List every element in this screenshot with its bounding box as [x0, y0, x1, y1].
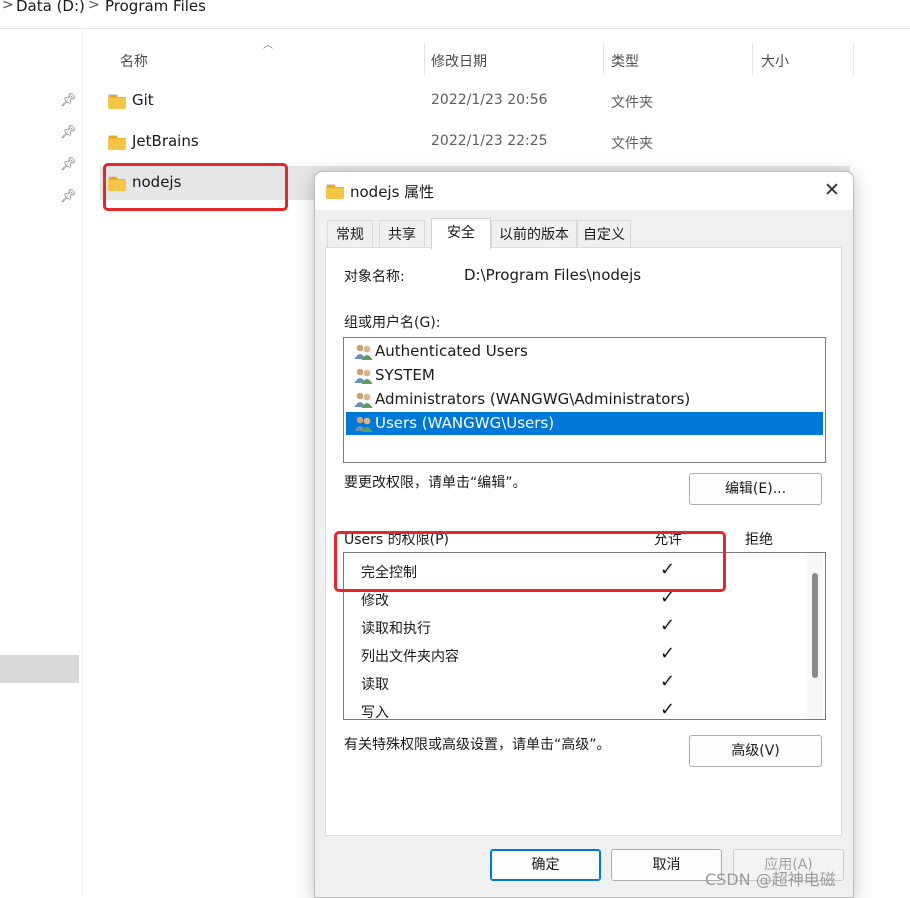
- column-header-date[interactable]: 修改日期: [425, 43, 603, 75]
- breadcrumb: > Data (D:) > Program Files: [0, 0, 910, 29]
- navigation-pane: 📌︎ 📌︎ 📌︎ 📌︎: [0, 29, 83, 896]
- column-header-name[interactable]: 名称: [100, 43, 424, 75]
- tab-customize[interactable]: 自定义: [577, 220, 631, 247]
- file-name: JetBrains: [132, 132, 199, 150]
- user-list-item[interactable]: SYSTEM: [346, 364, 823, 387]
- deny-column-header: 拒绝: [745, 532, 773, 548]
- advanced-button[interactable]: 高级(V): [689, 735, 822, 767]
- permission-row: 列出文件夹内容 ✓: [344, 641, 804, 669]
- breadcrumb-item-program-files[interactable]: Program Files: [105, 0, 206, 15]
- pin-icon[interactable]: 📌︎: [60, 157, 77, 172]
- column-header-size[interactable]: 大小: [753, 43, 853, 75]
- permission-name: 修改: [361, 593, 389, 609]
- dialog-title: nodejs 属性: [350, 183, 435, 201]
- watermark: CSDN @超神电磁: [705, 870, 836, 889]
- file-date: 2022/1/23 22:25: [431, 133, 548, 149]
- file-row-jetbrains[interactable]: JetBrains 2022/1/23 22:25 文件夹: [100, 125, 850, 159]
- permissions-scrollbar[interactable]: [807, 553, 823, 719]
- check-icon: ✓: [660, 615, 676, 636]
- scrollbar-thumb[interactable]: [812, 573, 818, 678]
- permission-row: 读取和执行 ✓: [344, 613, 804, 641]
- check-icon: ✓: [660, 643, 676, 664]
- folder-icon: [108, 135, 126, 150]
- edit-button[interactable]: 编辑(E)...: [689, 473, 822, 505]
- user-name: SYSTEM: [375, 366, 435, 384]
- users-group-icon: [354, 392, 373, 408]
- breadcrumb-item-drive[interactable]: Data (D:): [16, 0, 85, 15]
- user-name: Authenticated Users: [375, 342, 528, 360]
- folder-icon: [108, 94, 126, 109]
- column-header-name-label: 名称: [120, 54, 148, 70]
- pin-icon[interactable]: 📌︎: [60, 93, 77, 108]
- permission-name: 读取: [361, 677, 389, 693]
- permission-name: 读取和执行: [361, 621, 431, 637]
- column-header-type-label: 类型: [611, 54, 639, 70]
- file-type: 文件夹: [611, 95, 653, 111]
- permission-row: 读取 ✓: [344, 669, 804, 697]
- file-name: Git: [132, 91, 154, 109]
- users-listbox[interactable]: Authenticated Users SYSTEM Administrator…: [343, 337, 826, 463]
- permission-name: 列出文件夹内容: [361, 649, 459, 665]
- users-group-icon: [354, 344, 373, 360]
- tab-general[interactable]: 常规: [327, 220, 373, 247]
- user-name: Administrators (WANGWG\Administrators): [375, 390, 691, 408]
- tab-security[interactable]: 安全: [431, 218, 491, 249]
- permission-name: 写入: [361, 705, 389, 720]
- file-date: 2022/1/23 20:56: [431, 92, 548, 108]
- dialog-titlebar[interactable]: nodejs 属性 ✕: [315, 172, 853, 210]
- column-header-type[interactable]: 类型: [604, 43, 752, 75]
- pin-icon[interactable]: 📌︎: [60, 189, 77, 204]
- users-group-icon: [354, 368, 373, 384]
- file-type: 文件夹: [611, 136, 653, 152]
- column-divider[interactable]: [853, 43, 854, 75]
- nav-item-selected[interactable]: [0, 655, 79, 683]
- breadcrumb-separator: >: [2, 0, 14, 13]
- column-header-size-label: 大小: [761, 54, 789, 70]
- edit-hint: 要更改权限，请单击“编辑”。: [344, 475, 527, 491]
- tab-previous-versions[interactable]: 以前的版本: [491, 220, 577, 247]
- check-icon: ✓: [660, 671, 676, 692]
- close-button[interactable]: ✕: [820, 178, 844, 202]
- users-group-icon: [354, 416, 373, 432]
- highlight-box-nodejs: [103, 163, 288, 211]
- user-list-item[interactable]: Administrators (WANGWG\Administrators): [346, 388, 823, 411]
- folder-icon: [326, 184, 344, 199]
- permission-row: 写入 ✓: [344, 697, 804, 720]
- check-icon: ✓: [660, 699, 676, 720]
- pin-icon[interactable]: 📌︎: [60, 125, 77, 140]
- column-header-date-label: 修改日期: [431, 54, 487, 70]
- advanced-hint: 有关特殊权限或高级设置，请单击“高级”。: [344, 737, 611, 753]
- breadcrumb-separator: >: [88, 0, 100, 13]
- group-users-label: 组或用户名(G):: [344, 315, 441, 331]
- user-list-item-selected[interactable]: Users (WANGWG\Users): [346, 412, 823, 435]
- file-row-git[interactable]: Git 2022/1/23 20:56 文件夹: [100, 84, 850, 118]
- tab-sharing[interactable]: 共享: [379, 220, 425, 247]
- object-name-label: 对象名称:: [344, 269, 405, 285]
- highlight-box-full-control: [334, 531, 726, 592]
- ok-button[interactable]: 确定: [490, 849, 601, 881]
- user-list-item[interactable]: Authenticated Users: [346, 340, 823, 363]
- object-name-value: D:\Program Files\nodejs: [464, 266, 642, 284]
- user-name: Users (WANGWG\Users): [375, 414, 555, 432]
